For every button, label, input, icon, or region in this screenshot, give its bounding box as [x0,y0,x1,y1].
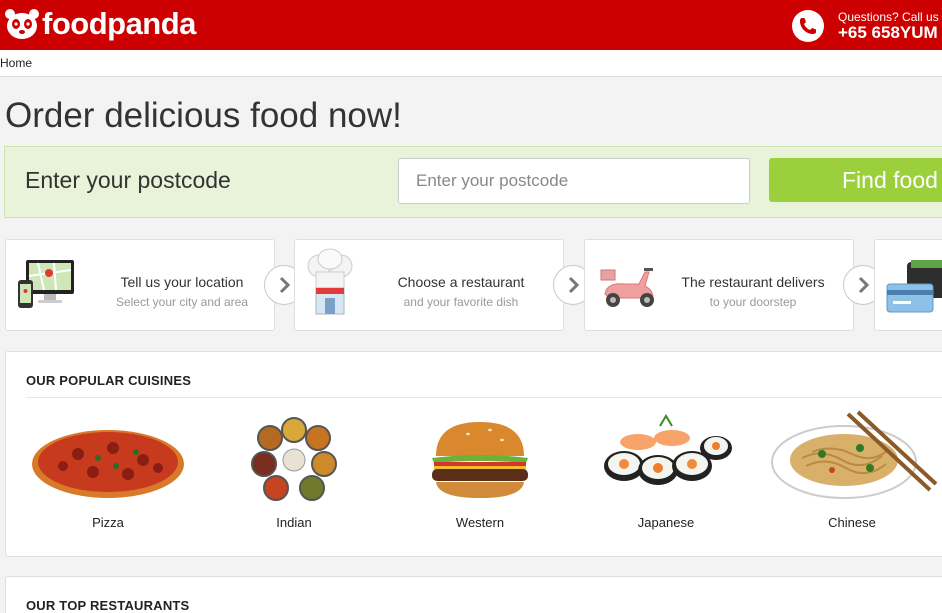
indian-thali-icon [204,408,384,508]
logo-text: foodpanda [42,6,196,41]
phone-icon [792,10,824,42]
logo[interactable]: foodpanda [4,6,196,42]
cuisine-tile-indian[interactable]: Indian [204,408,384,538]
header-bar: foodpanda Questions? Call us +65 658YUM [0,0,942,50]
section-heading: OUR TOP RESTAURANTS [26,598,190,613]
burger-icon [390,408,570,508]
cuisine-name: Indian [276,515,312,530]
cuisine-tile-japanese[interactable]: Japanese [576,408,756,538]
wallet-card-icon [885,258,942,319]
step-subtitle: to your doorstep [709,295,797,309]
step-title: The restaurant delivers [681,274,825,290]
breadcrumb: Home [0,50,942,77]
top-restaurants-section: OUR TOP RESTAURANTS [5,576,942,613]
step-card-restaurant: Choose a restaurant and your favorite di… [294,239,564,331]
cuisine-name: Chinese [828,515,876,530]
breadcrumb-home-link[interactable]: Home [0,56,32,70]
devices-map-icon [16,256,76,319]
phone-question-text: Questions? Call us [838,10,939,24]
postcode-input[interactable] [398,158,750,204]
divider [26,397,942,398]
find-food-button[interactable]: Find food [769,158,942,202]
noodles-icon [762,408,942,508]
step-card-payment [874,239,942,331]
step-card-delivery: The restaurant delivers to your doorstep [584,239,854,331]
page-title: Order delicious food now! [5,96,402,135]
cuisine-tile-western[interactable]: Western [390,408,570,538]
postcode-search-panel: Enter your postcode Find food [4,146,942,218]
step-title: Choose a restaurant [397,274,525,290]
cuisine-name: Japanese [637,515,695,530]
postcode-label: Enter your postcode [25,167,231,193]
cuisine-name: Western [455,515,505,530]
scooter-icon [595,260,663,317]
panda-logo-icon [4,7,40,41]
cuisine-name: Pizza [92,515,124,530]
cuisine-tile-pizza[interactable]: Pizza [18,408,198,538]
step-title: Tell us your location [120,274,244,290]
popular-cuisines-section: OUR POPULAR CUISINES Pizza Indian Wester… [5,351,942,557]
section-heading: OUR POPULAR CUISINES [26,373,192,388]
chef-hat-icon [305,248,355,325]
cuisine-tile-chinese[interactable]: Chinese [762,408,942,538]
pizza-icon [18,408,198,508]
step-subtitle: Select your city and area [115,295,249,309]
sushi-icon [576,408,756,508]
phone-number[interactable]: +65 658YUM [838,23,938,43]
step-subtitle: and your favorite dish [403,295,519,309]
step-card-location: Tell us your location Select your city a… [5,239,275,331]
